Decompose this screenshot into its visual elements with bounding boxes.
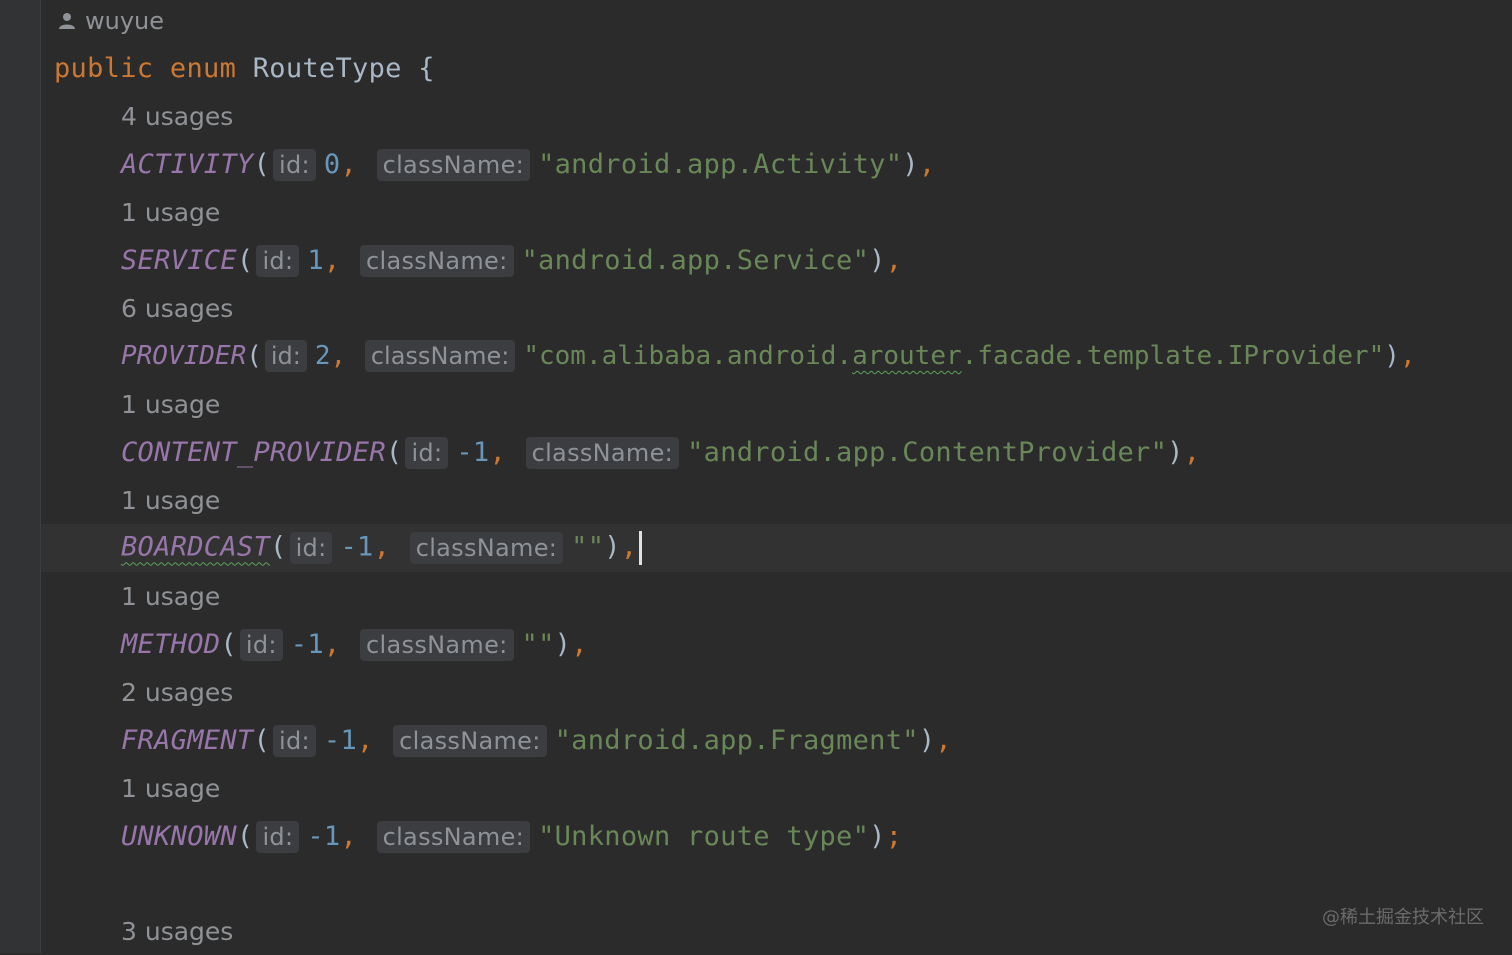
classname-value: "Unknown route type" xyxy=(538,820,870,852)
param-hint-id: id: xyxy=(264,340,307,372)
entry-terminator: ; xyxy=(885,820,903,852)
enum-constant: BOARDCAST xyxy=(121,531,270,563)
usages-hint[interactable]: 1 usage xyxy=(41,476,1512,524)
author-name: wuyue xyxy=(85,7,165,35)
enum-name: RouteType xyxy=(252,52,402,84)
usages-hint[interactable]: 2 usages xyxy=(41,668,1512,716)
usages-hint[interactable]: 4 usages xyxy=(41,92,1512,140)
classname-value: "android.app.Fragment" xyxy=(554,724,919,756)
usages-label: 1 usage xyxy=(121,485,221,515)
entry-terminator: , xyxy=(935,724,952,756)
enum-entry-service[interactable]: SERVICE(id: 1, className: "android.app.Ser… xyxy=(41,236,1512,284)
usages-label: 1 usage xyxy=(121,389,221,419)
enum-entry-boardcast[interactable]: BOARDCAST(id: -1, className: ""), xyxy=(41,524,1512,572)
param-hint-id: id: xyxy=(289,531,333,564)
id-value: 1 xyxy=(307,244,324,276)
entry-terminator: , xyxy=(571,628,588,660)
id-value: -1 xyxy=(290,628,324,660)
id-value: -1 xyxy=(323,724,358,756)
editor-gutter xyxy=(0,0,41,953)
enum-entry-content-provider[interactable]: CONTENT_PROVIDER(id: -1, className: "andro… xyxy=(41,428,1512,476)
usages-label: 1 usage xyxy=(121,773,221,803)
typo-warning-word[interactable]: arouter xyxy=(852,341,962,371)
param-hint-classname: className: xyxy=(376,148,531,181)
usages-hint[interactable]: 6 usages xyxy=(41,284,1512,332)
entry-terminator: , xyxy=(1183,436,1201,468)
usages-label: 6 usages xyxy=(121,293,234,323)
author-hint[interactable]: wuyue xyxy=(41,7,164,35)
person-icon xyxy=(57,9,77,29)
enum-constant: FRAGMENT xyxy=(121,724,254,756)
param-hint-id: id: xyxy=(256,244,300,277)
id-value: 2 xyxy=(314,341,331,371)
usages-hint[interactable]: 1 usage xyxy=(41,188,1512,236)
param-hint-classname: className: xyxy=(376,820,531,853)
usages-hint[interactable]: 1 usage xyxy=(41,380,1512,428)
param-hint-id: id: xyxy=(273,148,316,181)
enum-constant: ACTIVITY xyxy=(121,148,254,180)
id-value: -1 xyxy=(456,436,490,468)
param-hint-id: id: xyxy=(405,436,449,469)
enum-constant: UNKNOWN xyxy=(121,820,237,852)
keyword-public: public xyxy=(54,52,154,84)
classname-value: "" xyxy=(521,628,555,660)
enum-constant: METHOD xyxy=(121,628,221,660)
id-value: -1 xyxy=(340,531,374,563)
classname-value-part: .facade.template.IProvider" xyxy=(961,341,1385,371)
enum-declaration-line[interactable]: public enum RouteType { xyxy=(41,44,1512,92)
usages-hint[interactable]: 1 usage xyxy=(41,764,1512,812)
usages-label: 1 usage xyxy=(121,197,221,227)
usages-hint[interactable]: 3 usages xyxy=(41,907,1512,955)
param-hint-classname: className: xyxy=(360,244,514,277)
watermark: @稀土掘金技术社区 xyxy=(1322,907,1484,928)
param-hint-id: id: xyxy=(239,628,283,661)
code-editor[interactable]: wuyue public enum RouteType { 4 usages A… xyxy=(41,0,1512,953)
classname-value: "android.app.ContentProvider" xyxy=(687,436,1168,468)
classname-value-part: "com.alibaba.android. xyxy=(523,341,853,371)
param-hint-classname: className: xyxy=(525,436,680,469)
enum-entry-activity[interactable]: ACTIVITY(id: 0, className: "android.app.Ac… xyxy=(41,140,1512,188)
enum-entry-method[interactable]: METHOD(id: -1, className: ""), xyxy=(41,620,1512,668)
open-brace: { xyxy=(418,52,435,84)
param-hint-id: id: xyxy=(256,820,300,853)
enum-entry-unknown[interactable]: UNKNOWN(id: -1, className: "Unknown route … xyxy=(41,812,1512,860)
usages-label: 4 usages xyxy=(121,101,234,131)
enum-constant: SERVICE xyxy=(121,244,237,276)
param-hint-classname: className: xyxy=(393,724,547,757)
enum-constant: CONTENT_PROVIDER xyxy=(121,436,386,468)
id-value: 0 xyxy=(323,148,341,180)
author-line: wuyue xyxy=(41,0,1512,45)
param-hint-classname: className: xyxy=(364,340,516,372)
usages-label: 3 usages xyxy=(121,916,234,946)
classname-value: "android.app.Activity" xyxy=(538,148,903,180)
classname-value: "android.app.Service" xyxy=(521,244,870,276)
id-value: -1 xyxy=(307,820,341,852)
entry-terminator: , xyxy=(918,148,936,180)
enum-entry-provider[interactable]: PROVIDER(id: 2, className: "com.alibaba.an… xyxy=(41,332,1512,380)
usages-label: 1 usage xyxy=(121,581,221,611)
entry-terminator: , xyxy=(1399,341,1416,371)
param-hint-classname: className: xyxy=(360,628,514,661)
text-caret xyxy=(639,531,643,565)
enum-constant: PROVIDER xyxy=(121,341,247,371)
enum-entry-fragment[interactable]: FRAGMENT(id: -1, className: "android.app.F… xyxy=(41,716,1512,764)
usages-label: 2 usages xyxy=(121,677,234,707)
entry-terminator: , xyxy=(885,244,903,276)
keyword-enum: enum xyxy=(169,52,237,84)
param-hint-id: id: xyxy=(273,724,316,757)
classname-value: "" xyxy=(571,531,605,563)
usages-hint[interactable]: 1 usage xyxy=(41,572,1512,620)
param-hint-classname: className: xyxy=(409,531,564,564)
entry-terminator: , xyxy=(620,531,638,563)
